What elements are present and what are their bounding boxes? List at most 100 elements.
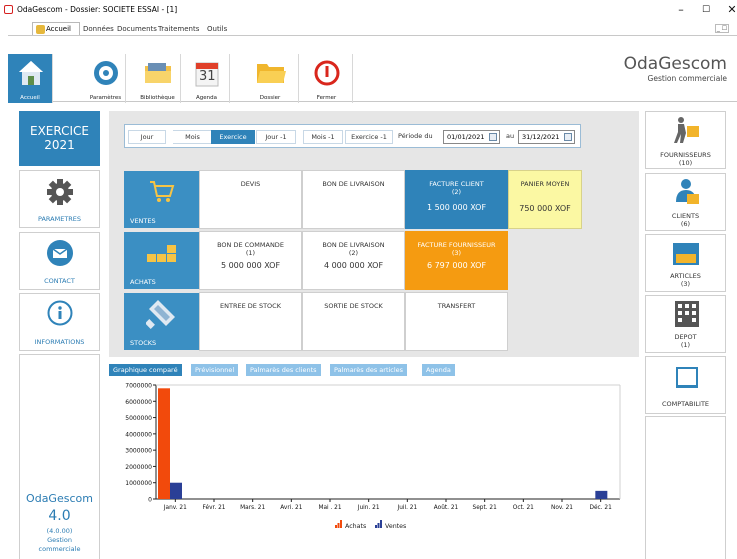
close-button[interactable]: ✕ [724, 3, 737, 17]
cart-icon [150, 181, 175, 202]
menu-bar: Accueil Données Documents Traitements Ou… [0, 22, 737, 36]
achats-row-header[interactable]: ACHATS [124, 232, 199, 289]
tile-bon-de-livraison-ventes[interactable]: BON DE LIVRAISON [302, 170, 405, 229]
exercise-year: 2021 [44, 138, 75, 152]
comptabilite-card[interactable]: COMPTABILITE [645, 356, 726, 414]
ribbon-parametres-label: Paramètres [89, 95, 122, 101]
folder-icon [145, 63, 171, 83]
tile-title: BON DE LIVRAISON [322, 241, 385, 249]
tile-amount: 1 500 000 XOF [426, 203, 487, 212]
menu-donnees[interactable]: Données [83, 23, 114, 35]
stocks-row-header[interactable]: STOCKS [124, 293, 199, 350]
clients-card[interactable]: CLIENTS (6) [645, 173, 726, 231]
menu-documents[interactable]: Documents [117, 23, 157, 35]
period-mois-1-button[interactable]: Mois -1 [303, 130, 343, 144]
tile-entree-de-stock[interactable]: ENTREE DE STOCK [199, 292, 302, 351]
menu-outils[interactable]: Outils [207, 23, 227, 35]
envelope-icon [47, 240, 73, 266]
period-jour-button[interactable]: Jour [128, 130, 166, 144]
tile-amount: 750 000 XOF [519, 204, 571, 213]
ribbon-parametres-button[interactable]: Paramètres [86, 54, 126, 103]
bar-ventes [595, 490, 608, 499]
tile-panier-moyen[interactable]: PANIER MOYEN 750 000 XOF [508, 170, 582, 229]
tile-bon-de-commande[interactable]: BON DE COMMANDE (1) 5 000 000 XOF [199, 231, 302, 290]
x-tick-label: Janv. 21 [163, 505, 187, 511]
legend-icon [335, 525, 337, 528]
home-icon [36, 25, 45, 34]
article-icon [673, 243, 699, 265]
tile-count: (2) [348, 249, 359, 257]
ribbon-fermer-button[interactable]: Fermer [301, 54, 353, 103]
y-tick-label: 1000000 [125, 480, 152, 487]
y-tick-label: 2000000 [125, 464, 152, 471]
articles-count: (3) [680, 280, 691, 288]
tile-bon-de-livraison-achats[interactable]: BON DE LIVRAISON (2) 4 000 000 XOF [302, 231, 405, 290]
dashboard-panel: Jour Mois Exercice Jour -1 Mois -1 Exerc… [109, 111, 639, 357]
tab-graphique-compare[interactable]: Graphique comparé [109, 364, 182, 376]
parametres-label: PARAMETRES [37, 215, 82, 223]
comparison-chart: 7000000 6000000 5000000 4000000 3000000 20000… [109, 376, 639, 559]
informations-card[interactable]: INFORMATIONS [19, 293, 100, 351]
ribbon-dossier-button[interactable]: Dossier [242, 54, 299, 103]
minimize-button[interactable]: – [673, 3, 689, 17]
bar-achats [158, 388, 170, 499]
period-to-field[interactable]: 31/12/2021 [518, 130, 575, 144]
fournisseurs-card[interactable]: FOURNISSEURS (10) [645, 111, 726, 169]
tile-count: (1) [245, 249, 256, 257]
period-jour-1-button[interactable]: Jour -1 [256, 130, 296, 144]
tile-facture-client[interactable]: FACTURE CLIENT (2) 1 500 000 XOF [405, 170, 508, 229]
ribbon-agenda-button[interactable]: 31 Agenda [184, 54, 230, 103]
menu-accueil-label: Accueil [46, 25, 71, 33]
tab-palmares-clients[interactable]: Palmarès des clients [246, 364, 321, 376]
brand-title: OdaGescom [623, 54, 727, 74]
tile-facture-fournisseur[interactable]: FACTURE FOURNISSEUR (3) 6 797 000 XOF [405, 231, 508, 290]
period-selector: Jour Mois Exercice Jour -1 Mois -1 Exerc… [124, 124, 581, 148]
brand-subtitle: Gestion commerciale [647, 74, 727, 83]
maximize-button[interactable]: ☐ [698, 3, 714, 17]
delivery-person-icon [674, 117, 699, 143]
x-tick-label: Mai . 21 [318, 505, 341, 511]
calendar-icon[interactable] [564, 133, 572, 141]
window-title: OdaGescom - Dossier: SOCIETE ESSAI - [1] [17, 5, 178, 14]
tile-title: BON DE COMMANDE [217, 241, 284, 249]
period-from-value: 01/01/2021 [447, 133, 485, 141]
contact-card[interactable]: CONTACT [19, 232, 100, 290]
articles-card[interactable]: ARTICLES (3) [645, 234, 726, 292]
tile-devis[interactable]: DEVIS [199, 170, 302, 229]
fournisseurs-count: (10) [678, 159, 693, 167]
y-tick-label: 3000000 [125, 448, 152, 455]
bar-ventes [170, 482, 182, 499]
tab-previsionnel[interactable]: Prévisionnel [191, 364, 239, 376]
building-icon [675, 301, 699, 327]
period-from-label: Période du [398, 132, 433, 140]
tile-title: FACTURE FOURNISSEUR [417, 241, 496, 249]
period-from-field[interactable]: 01/01/2021 [443, 130, 500, 144]
tile-sortie-de-stock[interactable]: SORTIE DE STOCK [302, 292, 405, 351]
menu-traitements[interactable]: Traitements [158, 23, 199, 35]
calendar-icon[interactable] [489, 133, 497, 141]
menu-accueil[interactable]: Accueil [32, 22, 80, 36]
fournisseurs-label: FOURNISSEURS [660, 151, 711, 159]
gear-icon [94, 61, 118, 85]
exercise-card[interactable]: EXERCICE 2021 [19, 111, 100, 166]
period-mois-button[interactable]: Mois [173, 130, 213, 144]
ribbon-bibliotheque-button[interactable]: Bibliothèque [135, 54, 181, 103]
tile-amount: 6 797 000 XOF [426, 261, 487, 270]
gear-icon [47, 179, 73, 205]
period-exercice-button[interactable]: Exercice [211, 130, 255, 144]
period-exercice-1-button[interactable]: Exercice -1 [345, 130, 393, 144]
tab-agenda[interactable]: Agenda [422, 364, 455, 376]
x-tick-label: Nov. 21 [551, 505, 573, 511]
ribbon-accueil-button[interactable]: Accueil [8, 54, 53, 103]
depot-label: DEPOT [674, 333, 697, 341]
chart-svg: 7000000 6000000 5000000 4000000 3000000 20000… [125, 383, 621, 530]
ribbon-accueil-label: Accueil [20, 95, 40, 101]
parametres-card[interactable]: PARAMETRES [19, 170, 100, 228]
ventes-row-header[interactable]: VENTES [124, 171, 199, 228]
open-folder-icon [257, 64, 286, 83]
tile-title: TRANSFERT [437, 302, 476, 310]
depot-card[interactable]: DEPOT (1) [645, 295, 726, 353]
tab-palmares-articles[interactable]: Palmarès des articles [330, 364, 408, 376]
tile-transfert[interactable]: TRANSFERT [405, 292, 508, 351]
ribbon-restore-button[interactable]: _ ☐ [715, 24, 729, 33]
